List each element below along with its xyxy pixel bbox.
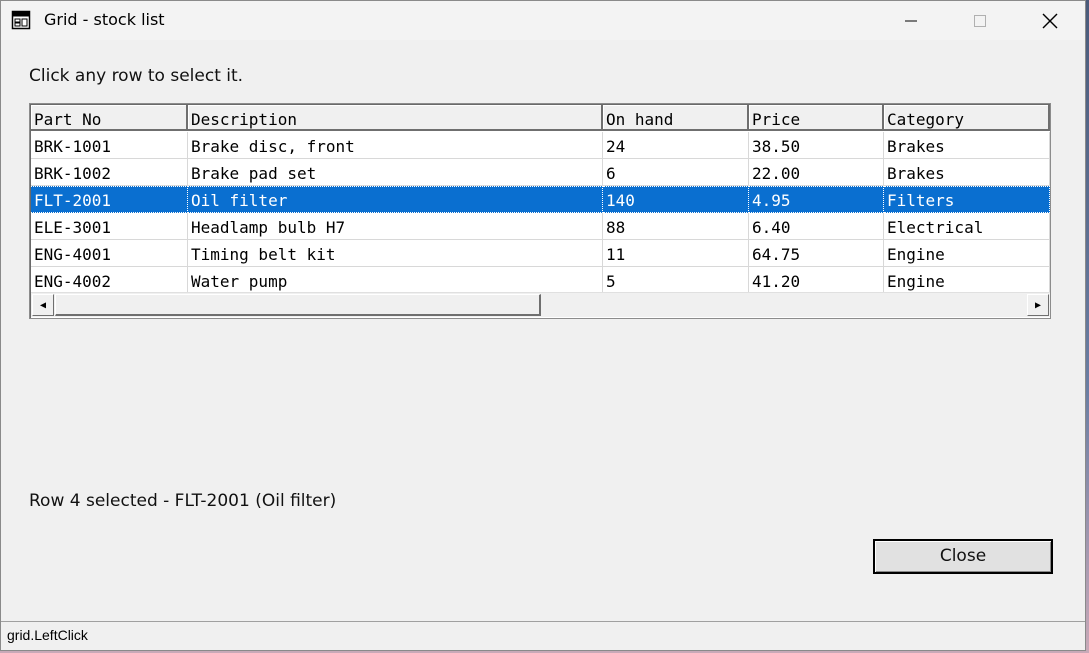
window-title: Grid - stock list (44, 10, 165, 29)
grid-app-icon (11, 10, 31, 30)
cell-part-no[interactable]: BRK-1002 (31, 159, 188, 186)
cell-description[interactable]: Oil filter (188, 186, 603, 213)
arrow-left-icon: ◀ (39, 299, 47, 311)
minimize-icon (905, 20, 917, 21)
client-area: Click any row to select it. Part No Desc… (1, 40, 1085, 650)
cell-on-hand[interactable]: 88 (603, 213, 749, 240)
cell-description[interactable]: Brake disc, front (188, 132, 603, 159)
grid-rows: BRK-1001 Brake disc, front 24 38.50 Brak… (31, 132, 1050, 294)
cell-category[interactable]: Engine (884, 240, 1050, 267)
cell-price[interactable]: 6.40 (749, 213, 884, 240)
table-row-selected[interactable]: FLT-2001 Oil filter 140 4.95 Filters (31, 186, 1050, 213)
cell-on-hand[interactable]: 24 (603, 132, 749, 159)
cell-price[interactable]: 22.00 (749, 159, 884, 186)
status-bar-text: grid.LeftClick (7, 627, 88, 643)
cell-part-no[interactable]: ENG-4001 (31, 240, 188, 267)
cell-category[interactable]: Filters (884, 186, 1050, 213)
column-header-category[interactable]: Category (884, 105, 1050, 131)
cell-description[interactable]: Headlamp bulb H7 (188, 213, 603, 240)
grid-header: Part No Description On hand Price Catego… (31, 105, 1050, 131)
cell-price[interactable]: 41.20 (749, 267, 884, 294)
cell-part-no[interactable]: ENG-4002 (31, 267, 188, 294)
maximize-button[interactable] (945, 1, 1015, 40)
cell-part-no[interactable]: FLT-2001 (31, 186, 188, 213)
table-row[interactable]: BRK-1002 Brake pad set 6 22.00 Brakes (31, 159, 1050, 186)
cell-category[interactable]: Electrical (884, 213, 1050, 240)
maximize-icon (974, 14, 986, 27)
cell-category[interactable]: Engine (884, 267, 1050, 294)
close-button[interactable]: Close (873, 539, 1053, 574)
instruction-label: Click any row to select it. (29, 66, 244, 86)
table-row[interactable]: ENG-4002 Water pump 5 41.20 Engine (31, 267, 1050, 294)
cell-category[interactable]: Brakes (884, 159, 1050, 186)
minimize-button[interactable] (876, 1, 946, 40)
table-row[interactable]: BRK-1001 Brake disc, front 24 38.50 Brak… (31, 132, 1050, 159)
cell-part-no[interactable]: ELE-3001 (31, 213, 188, 240)
stock-grid[interactable]: Part No Description On hand Price Catego… (29, 103, 1051, 319)
cell-category[interactable]: Brakes (884, 132, 1050, 159)
close-icon (1042, 13, 1058, 28)
cell-on-hand[interactable]: 6 (603, 159, 749, 186)
column-header-part-no[interactable]: Part No (31, 105, 188, 131)
horizontal-scrollbar[interactable]: ◀ ▶ (31, 292, 1050, 317)
cell-price[interactable]: 38.50 (749, 132, 884, 159)
cell-price[interactable]: 64.75 (749, 240, 884, 267)
dialog-window: Grid - stock list Click any row to selec… (0, 0, 1086, 651)
column-header-description[interactable]: Description (188, 105, 603, 131)
cell-description[interactable]: Timing belt kit (188, 240, 603, 267)
cell-on-hand[interactable]: 140 (603, 186, 749, 213)
table-row[interactable]: ELE-3001 Headlamp bulb H7 88 6.40 Electr… (31, 213, 1050, 240)
cell-description[interactable]: Water pump (188, 267, 603, 294)
arrow-right-icon: ▶ (1034, 299, 1042, 311)
cell-on-hand[interactable]: 5 (603, 267, 749, 294)
close-window-button[interactable] (1015, 1, 1085, 40)
scroll-right-button[interactable]: ▶ (1027, 294, 1049, 316)
cell-part-no[interactable]: BRK-1001 (31, 132, 188, 159)
column-header-on-hand[interactable]: On hand (603, 105, 749, 131)
title-bar[interactable]: Grid - stock list (1, 1, 1085, 40)
selection-status-label: Row 4 selected - FLT-2001 (Oil filter) (29, 491, 337, 511)
scroll-left-button[interactable]: ◀ (32, 294, 54, 316)
status-bar: grid.LeftClick (1, 621, 1085, 650)
scrollbar-thumb[interactable] (55, 294, 541, 316)
table-row[interactable]: ENG-4001 Timing belt kit 11 64.75 Engine (31, 240, 1050, 267)
cell-on-hand[interactable]: 11 (603, 240, 749, 267)
column-header-price[interactable]: Price (749, 105, 884, 131)
cell-price[interactable]: 4.95 (749, 186, 884, 213)
cell-description[interactable]: Brake pad set (188, 159, 603, 186)
